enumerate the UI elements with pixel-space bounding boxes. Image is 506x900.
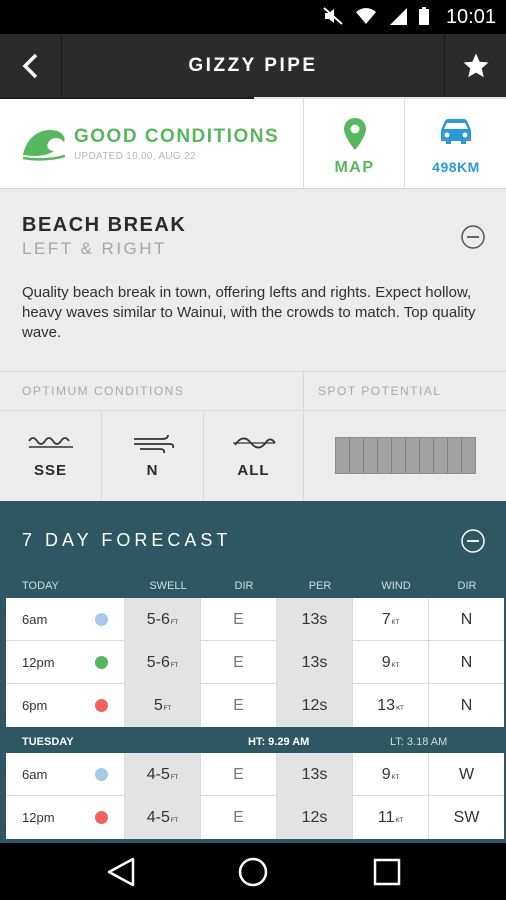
mute-icon bbox=[322, 6, 344, 26]
optimum-conditions: OPTIMUM CONDITIONS SPOT POTENTIAL SSE N … bbox=[0, 371, 506, 502]
battery-icon bbox=[418, 6, 430, 26]
status-bar: 10:01 bbox=[0, 0, 506, 34]
break-type: BEACH BREAK bbox=[22, 214, 187, 236]
optimum-swell-value: SSE bbox=[33, 462, 67, 479]
rating-dot bbox=[95, 811, 108, 824]
tide-icon bbox=[204, 433, 303, 453]
chevron-left-icon bbox=[22, 53, 37, 79]
circle-home-icon bbox=[238, 857, 268, 887]
high-tide: HT: 9.29 AM bbox=[248, 736, 310, 748]
break-info: BEACH BREAK LEFT & RIGHT Quality beach b… bbox=[0, 190, 506, 370]
optimum-wind: N bbox=[102, 412, 204, 502]
nav-back-button[interactable] bbox=[104, 855, 138, 889]
spot-potential-header: SPOT POTENTIAL bbox=[304, 372, 506, 411]
day-label: TUESDAY bbox=[22, 736, 74, 748]
map-pin-icon bbox=[305, 117, 404, 151]
rating-dot bbox=[95, 656, 108, 669]
swell-icon bbox=[0, 433, 101, 449]
rating-dot bbox=[95, 613, 108, 626]
table-row[interactable]: 6am 4-5FT E 13s 9KT W bbox=[6, 753, 504, 796]
triangle-back-icon bbox=[107, 857, 135, 887]
nav-home-button[interactable] bbox=[236, 855, 270, 889]
collapse-forecast-button[interactable] bbox=[460, 528, 486, 559]
spot-potential-meter bbox=[335, 437, 476, 474]
nav-recents-button[interactable] bbox=[370, 855, 404, 889]
table-row[interactable]: 6pm 5FT E 12s 13KT N bbox=[6, 684, 504, 727]
col-swell: SWELL bbox=[149, 580, 187, 592]
wave-icon bbox=[21, 125, 67, 166]
square-recents-icon bbox=[373, 858, 401, 886]
back-button[interactable] bbox=[0, 34, 62, 98]
optimum-wind-value: N bbox=[146, 462, 159, 479]
forecast-column-headers: TODAY SWELL DIR PER WIND DIR bbox=[0, 580, 506, 596]
minus-circle-icon bbox=[461, 225, 485, 249]
rating-dot bbox=[95, 768, 108, 781]
clock: 10:01 bbox=[445, 6, 496, 28]
map-label: MAP bbox=[334, 159, 375, 176]
forecast-title: 7 DAY FORECAST bbox=[22, 530, 232, 550]
forecast-table-tuesday: 6am 4-5FT E 13s 9KT W 12pm 4-5FT E 12s 1… bbox=[6, 753, 504, 839]
col-day: TODAY bbox=[22, 580, 59, 592]
star-icon bbox=[463, 53, 488, 78]
col-wind: WIND bbox=[381, 580, 411, 592]
distance-label: 498KM bbox=[432, 159, 480, 175]
distance-button[interactable]: 498KM bbox=[406, 99, 506, 189]
col-dir: DIR bbox=[234, 580, 254, 592]
optimum-swell: SSE bbox=[0, 412, 102, 502]
page-title: GIZZY PIPE bbox=[188, 55, 318, 76]
day-header-tuesday: TUESDAY HT: 9.29 AM LT: 3.18 AM bbox=[0, 731, 506, 754]
minus-circle-icon bbox=[461, 529, 485, 553]
forecast-table-today: 6am 5-6FT E 13s 7KT N 12pm 5-6FT E 13s 9… bbox=[6, 598, 504, 727]
table-row[interactable]: 6am 5-6FT E 13s 7KT N bbox=[6, 598, 504, 641]
conditions-label: GOOD CONDITIONS bbox=[74, 126, 280, 147]
col-per: PER bbox=[308, 580, 332, 592]
updated-timestamp: UPDATED 10.00, AUG 22 bbox=[74, 151, 196, 162]
map-button[interactable]: MAP bbox=[305, 99, 405, 189]
system-nav-bar bbox=[0, 843, 506, 900]
optimum-header: OPTIMUM CONDITIONS bbox=[0, 372, 304, 411]
status-icons bbox=[322, 6, 430, 26]
table-row[interactable]: 12pm 4-5FT E 12s 11KT SW bbox=[6, 796, 504, 839]
favorite-button[interactable] bbox=[444, 34, 506, 98]
app-header: GIZZY PIPE bbox=[0, 34, 506, 98]
low-tide: LT: 3.18 AM bbox=[390, 736, 448, 748]
optimum-tide: ALL bbox=[204, 412, 304, 502]
wind-icon bbox=[102, 433, 203, 455]
signal-icon bbox=[388, 6, 408, 26]
optimum-tide-value: ALL bbox=[237, 462, 270, 479]
spot-potential bbox=[304, 412, 506, 502]
collapse-break-button[interactable] bbox=[460, 224, 486, 255]
col-wind-dir: DIR bbox=[457, 580, 477, 592]
car-icon bbox=[406, 117, 506, 147]
break-direction: LEFT & RIGHT bbox=[22, 239, 167, 258]
conditions-summary: GOOD CONDITIONS UPDATED 10.00, AUG 22 bbox=[0, 99, 304, 189]
table-row[interactable]: 12pm 5-6FT E 13s 9KT N bbox=[6, 641, 504, 684]
break-description: Quality beach break in town, offering le… bbox=[22, 284, 476, 341]
wifi-icon bbox=[354, 6, 378, 26]
conditions-row: GOOD CONDITIONS UPDATED 10.00, AUG 22 MA… bbox=[0, 99, 506, 189]
forecast-section: 7 DAY FORECAST TODAY SWELL DIR PER WIND … bbox=[0, 501, 506, 843]
rating-dot bbox=[95, 699, 108, 712]
